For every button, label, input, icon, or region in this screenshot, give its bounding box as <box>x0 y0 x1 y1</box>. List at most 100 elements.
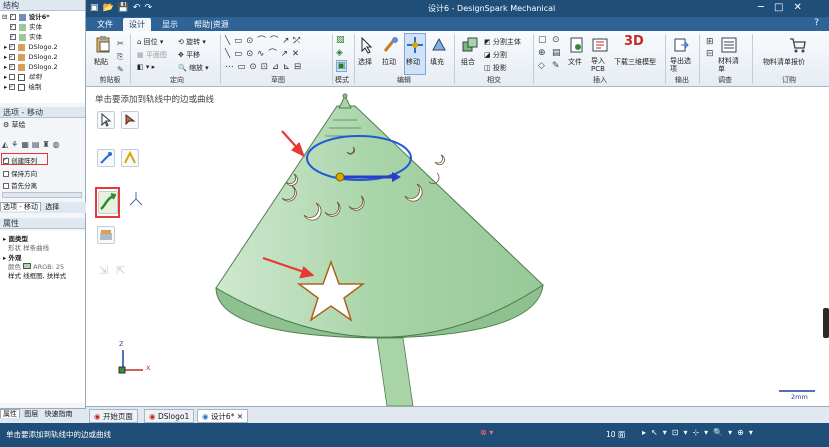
move-button[interactable]: 移动 <box>406 57 420 67</box>
move-handle[interactable] <box>335 172 345 182</box>
visibility-checkbox[interactable] <box>9 82 16 91</box>
tab-quick-guide[interactable]: 快速指南 <box>42 410 74 418</box>
checkbox[interactable] <box>3 183 9 189</box>
plan-view-button[interactable]: ▦ 平面图 <box>137 50 167 60</box>
tree-item[interactable]: 实体 <box>10 32 42 42</box>
export-options-button[interactable]: 导出选项 <box>670 57 692 73</box>
design-canvas[interactable]: 单击要添加到轨线中的边或曲线 ⇲⇱ Z X 2mm <box>87 88 829 406</box>
stem[interactable] <box>376 337 414 406</box>
tree-item[interactable]: ▸ DSlogo.2 <box>4 42 58 52</box>
option-toolbar[interactable]: ◭⚘▦▤♜◍ <box>2 140 63 149</box>
bom-icon[interactable] <box>720 36 738 54</box>
tree-item[interactable]: ▸ DSlogo.2 <box>4 52 58 62</box>
collapse-icon[interactable]: ⊟ <box>2 13 7 21</box>
quick-access-toolbar[interactable]: ▣📂💾↶↷ <box>90 3 156 13</box>
close-icon[interactable]: ✕ <box>237 412 243 421</box>
file-icon[interactable] <box>568 36 586 54</box>
measure-icons[interactable]: ⊞ ⊟ <box>706 36 714 60</box>
insert-small-icons[interactable]: ▢ ⊕ ◇ <box>538 34 547 73</box>
status-tools[interactable]: ▸↖▾⊡▾⊹▾🔍▾⊕▾ <box>642 428 758 437</box>
tree-item[interactable]: ▸ 绘制 <box>4 73 42 82</box>
checkbox[interactable] <box>3 156 9 164</box>
home-button[interactable]: ⌂ 回位 ▾ <box>137 37 163 47</box>
visibility-checkbox[interactable] <box>9 74 16 80</box>
insert-small-icons-2[interactable]: ⊙ ▤ ✎ <box>552 34 561 73</box>
combine-icon[interactable] <box>461 36 479 54</box>
visibility-checkbox[interactable] <box>10 22 16 31</box>
clipboard-small-icons[interactable]: ✂ ⎘ ✎ <box>117 37 124 76</box>
split-body-label: 分割主体 <box>492 38 521 46</box>
detach-first-option[interactable]: 首先分离 <box>3 180 37 190</box>
paste-icon[interactable] <box>94 35 112 53</box>
pan-button[interactable]: ✥ 平移 <box>178 50 200 60</box>
expand-icon[interactable]: ▸ <box>4 83 7 91</box>
tree-item[interactable]: 实体 <box>10 22 42 32</box>
insert-file-button[interactable]: 文件 <box>568 57 582 67</box>
horizontal-scrollbar[interactable] <box>2 192 82 198</box>
tree-item[interactable]: ▸ 绘制 <box>4 82 42 92</box>
3d-model-icon[interactable]: 3D <box>624 34 644 49</box>
structure-tree: ⊟ 设计6* 实体 实体 ▸ DSlogo.2 ▸ DSlogo.2 <box>0 11 85 103</box>
project-button[interactable]: ◫ 投影 <box>484 63 507 73</box>
view-cube-button[interactable]: ◧ ▾ ▸ <box>137 63 155 71</box>
cone-body[interactable] <box>215 105 544 338</box>
expand-icon[interactable]: ▸ <box>4 63 7 71</box>
split-button[interactable]: ◪ 分割 <box>484 50 507 60</box>
tab-layers[interactable]: 图层 <box>22 410 40 418</box>
tab-help-resources[interactable]: 帮助|资源 <box>188 18 235 31</box>
side-scroll-handle[interactable] <box>823 308 829 338</box>
visibility-checkbox[interactable] <box>9 62 16 71</box>
group-label-order: 订购 <box>782 76 796 84</box>
paste-button[interactable]: 粘贴 <box>94 57 108 67</box>
move-icon[interactable] <box>406 36 424 54</box>
expand-icon[interactable]: ▸ <box>4 73 7 81</box>
bom-button[interactable]: 材料清单 <box>718 57 742 73</box>
pcb-icon[interactable] <box>591 36 609 54</box>
doc-tab-dslogo[interactable]: ◉ DSlogo1 <box>144 409 195 423</box>
doc-tab-start[interactable]: ◉ 开始页面 <box>89 409 138 423</box>
expand-icon[interactable]: ▸ <box>4 53 7 61</box>
tree-item[interactable]: ▸ DSlogo.2 <box>4 62 58 72</box>
prop-row[interactable]: 样式 线框图, 扶样式 <box>8 270 66 280</box>
tab-select[interactable]: 选择 <box>43 203 61 211</box>
select-icon[interactable] <box>358 36 376 54</box>
cart-icon[interactable] <box>789 36 807 54</box>
doc-tab-label: DSlogo1 <box>157 412 190 421</box>
tab-display[interactable]: 显示 <box>156 18 184 31</box>
expand-icon[interactable]: ▸ <box>4 43 7 51</box>
checkbox[interactable] <box>3 171 9 177</box>
split-body-button[interactable]: ◩ 分割主体 <box>484 37 521 47</box>
error-icon[interactable]: ⊗ ▾ <box>480 428 493 437</box>
model-view[interactable] <box>87 88 829 406</box>
tab-options-move[interactable]: 选项 - 移动 <box>0 202 41 211</box>
download-3d-button[interactable]: 下载三维模型 <box>614 57 656 67</box>
fill-button[interactable]: 填充 <box>430 57 444 67</box>
bom-quote-button[interactable]: 物料清单报价 <box>763 57 805 67</box>
window-controls[interactable]: ─□✕ <box>758 2 812 13</box>
fill-icon[interactable] <box>430 36 448 54</box>
tab-design[interactable]: 设计 <box>123 18 151 31</box>
tree-item[interactable]: ⊟ 设计6* <box>2 12 50 22</box>
doc-tab-design6[interactable]: ◉ 设计6* ✕ <box>197 409 249 423</box>
select-button[interactable]: 选择 <box>358 57 372 67</box>
import-pcb-button[interactable]: 导入PCB <box>591 57 609 73</box>
cone-tip-ball[interactable] <box>342 93 348 99</box>
tab-file[interactable]: 文件 <box>91 18 119 31</box>
visibility-checkbox[interactable] <box>10 32 16 41</box>
visibility-checkbox[interactable] <box>9 12 16 21</box>
pull-button[interactable]: 拉动 <box>382 57 396 67</box>
combine-button[interactable]: 组合 <box>461 57 475 67</box>
visibility-checkbox[interactable] <box>9 52 16 61</box>
help-icon[interactable]: ? <box>814 18 819 28</box>
pull-icon[interactable] <box>382 36 400 54</box>
mode-buttons[interactable]: ▧ ◈ ▣ <box>336 34 348 73</box>
tab-properties[interactable]: 属性 <box>0 409 20 418</box>
zoom-button[interactable]: 🔍 缩放 ▾ <box>178 63 209 73</box>
create-pattern-option[interactable]: 创建阵列 <box>3 155 37 165</box>
visibility-checkbox[interactable] <box>9 42 16 51</box>
export-icon[interactable] <box>672 36 690 54</box>
spin-button[interactable]: ⟲ 旋转 ▾ <box>178 37 206 47</box>
tree-label: 设计6* <box>28 13 50 21</box>
sketch-tools[interactable]: ╲▭⊙⌒⌒↗⤱ ╲▭⊙∿⌒↗✕ ⋯▭⊙⊡⊿⊾⊟ <box>225 35 331 74</box>
keep-orientation-option[interactable]: 保持方向 <box>3 168 37 178</box>
